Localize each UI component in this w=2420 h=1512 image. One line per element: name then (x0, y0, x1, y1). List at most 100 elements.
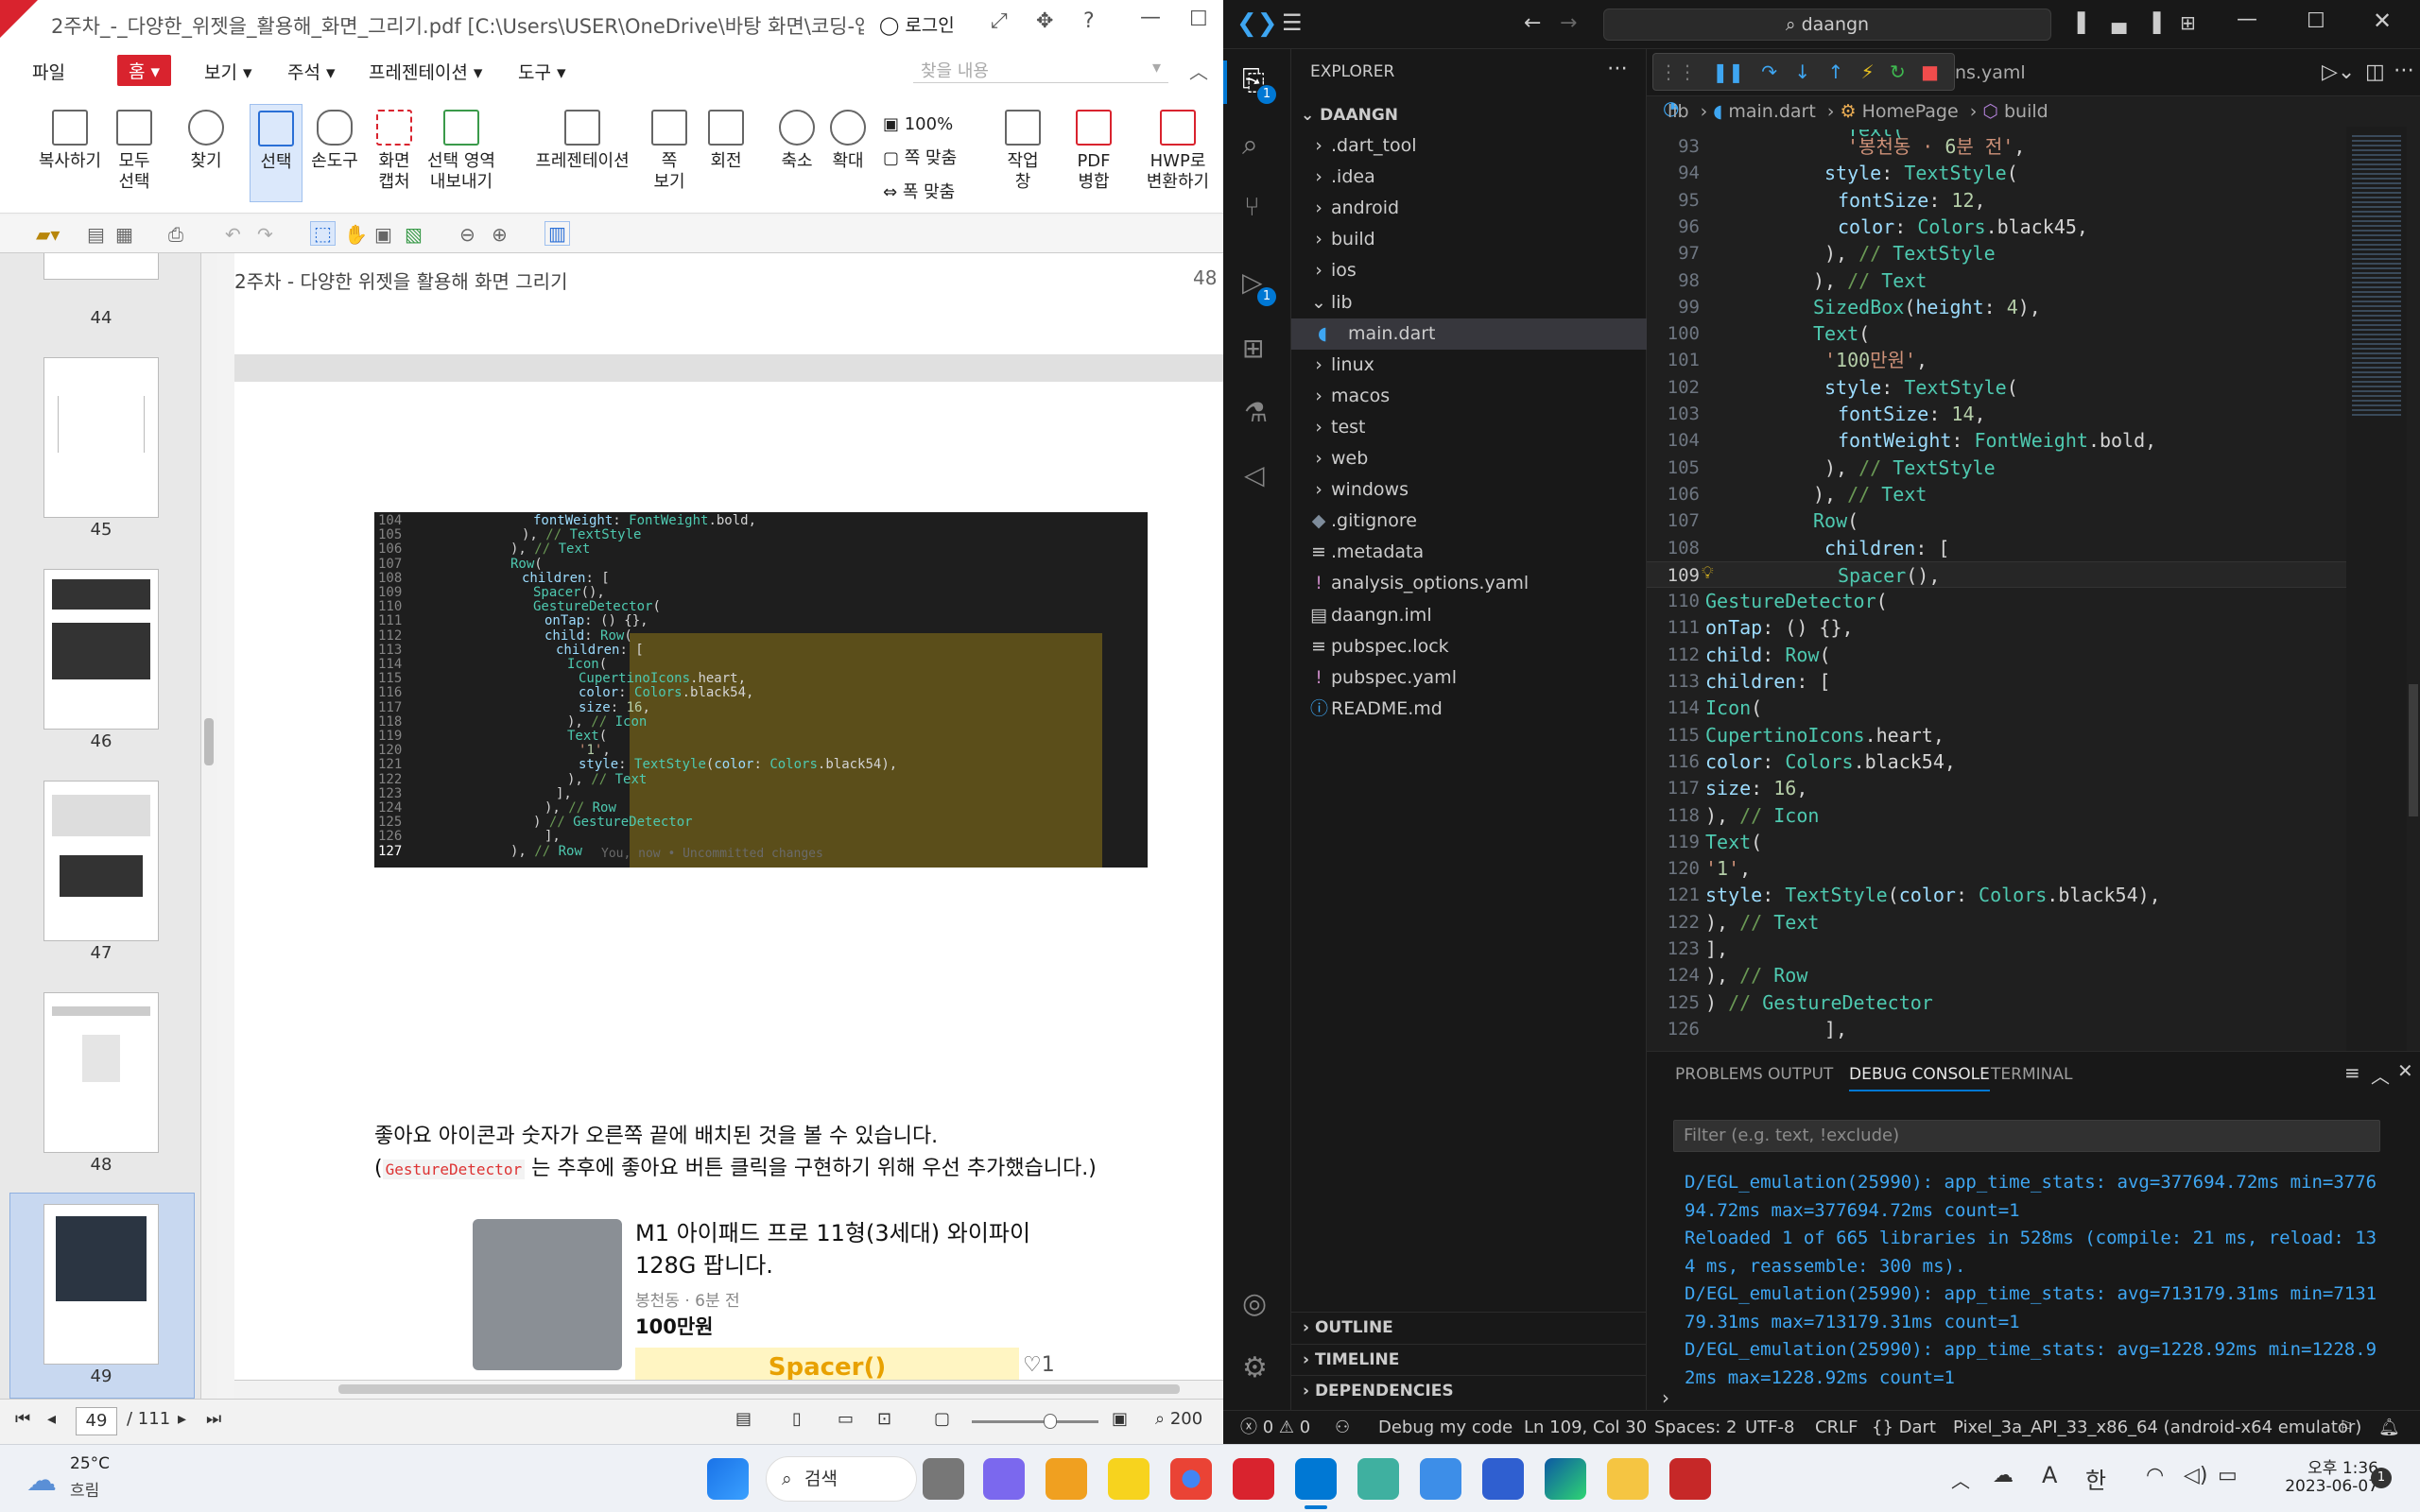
editor-line[interactable]: 121 style: TextStyle(color: Colors.black5… (1647, 882, 2346, 908)
hand-tool-button[interactable]: 손도구 (308, 110, 361, 172)
toggle-secondary-icon[interactable]: ▐ (2146, 11, 2160, 34)
forward-icon[interactable]: → (1560, 11, 1577, 35)
presentation-button[interactable]: 프레젠테이션 (529, 110, 635, 172)
zoom-in-small-icon[interactable]: ⊕ (492, 223, 508, 246)
thumbnail-page-47[interactable] (43, 781, 159, 941)
encoding-status[interactable]: UTF-8 (1745, 1411, 1794, 1444)
redo-icon[interactable]: ↷ (257, 223, 273, 246)
file-tree-item[interactable]: ◆ .gitignore (1291, 506, 1647, 537)
thumbnail-page-49[interactable] (43, 1204, 159, 1365)
export-small-icon[interactable]: ▧ (405, 223, 423, 246)
pdf-viewer-taskbar-icon[interactable] (1669, 1458, 1711, 1500)
maximize-icon[interactable]: ☐ (1189, 8, 1208, 31)
minimize-icon[interactable]: — (1140, 6, 1161, 29)
menu-icon[interactable]: ☰ (1282, 9, 1303, 36)
kakaotalk-icon[interactable] (1108, 1458, 1150, 1500)
editor-line[interactable]: 122), // Text (1647, 909, 2346, 936)
editor-line[interactable]: 99 SizedBox(height: 4), (1647, 294, 2346, 320)
console-prompt-icon[interactable]: › (1662, 1386, 1669, 1409)
hot-reload-icon[interactable]: ⚡ (1861, 60, 1875, 83)
editor-line[interactable]: 93 '봉천동 · 6분 전', (1647, 133, 2346, 160)
taskbar-search[interactable]: ⌕ 검색 (766, 1456, 917, 1502)
testing-icon[interactable]: ⚗ (1244, 397, 1268, 428)
customize-layout-icon[interactable]: ⊞ (2180, 11, 2196, 34)
file-tree-item[interactable]: › .idea (1291, 162, 1647, 193)
editor-line[interactable]: 117 size: 16, (1647, 775, 2346, 801)
search-icon[interactable]: ⌕ (1242, 129, 1258, 162)
eol-status[interactable]: CRLF (1815, 1411, 1858, 1444)
thumbnail-page-44[interactable] (43, 253, 159, 280)
pdf-merge-button[interactable]: PDF 병합 (1072, 110, 1115, 193)
editor-line[interactable]: 120'1', (1647, 855, 2346, 882)
editor-line[interactable]: 108 children: [ (1647, 535, 2346, 561)
drag-handle-icon[interactable]: ⋮⋮ (1659, 60, 1697, 83)
console-filter-input[interactable]: Filter (e.g. text, !exclude) (1673, 1120, 2380, 1152)
select-small-icon[interactable]: ⬚ (310, 221, 336, 246)
device-status[interactable]: Pixel_3a_API_33_x86_64 (android-x64 emul… (1953, 1411, 2361, 1444)
menu-view[interactable]: 보기 ▾ (204, 59, 252, 84)
debug-status[interactable]: ⚇ (1335, 1411, 1350, 1444)
maximize-panel-icon[interactable]: ︿ (2371, 1061, 2390, 1089)
fit-width-status-icon[interactable]: ▣ (1112, 1409, 1128, 1429)
login-button[interactable]: ◯ 로그인 (879, 11, 955, 37)
cloud-icon[interactable]: ☁ (1993, 1464, 2014, 1487)
problems-status[interactable]: ⓧ 0 ⚠ 0 (1240, 1411, 1310, 1444)
minimap[interactable] (2346, 127, 2407, 1051)
source-control-icon[interactable]: ⑂ (1244, 191, 1260, 222)
editor-line[interactable]: 97), // TextStyle (1647, 240, 2346, 266)
select-all-button[interactable]: 모두 선택 (112, 110, 157, 193)
task-view-icon[interactable] (923, 1458, 964, 1500)
start-icon[interactable] (707, 1458, 749, 1500)
editor-line[interactable]: 124), // Row (1647, 962, 2346, 988)
editor-scrollbar[interactable] (2407, 127, 2420, 1051)
thumbnail-page-46[interactable] (43, 569, 159, 730)
file-tree-item[interactable]: › web (1291, 443, 1647, 474)
chrome-icon[interactable] (1170, 1458, 1212, 1500)
store-icon[interactable] (1046, 1458, 1087, 1500)
zoom-slider[interactable] (972, 1414, 1098, 1429)
editor-line[interactable]: 125) // GestureDetector (1647, 989, 2346, 1016)
flutter-icon[interactable]: ◁ (1244, 459, 1265, 490)
fullscreen-icon[interactable]: ⤢ (991, 9, 1008, 33)
hwp-convert-button[interactable]: HWP로 변환하기 (1138, 110, 1218, 193)
chevron-up-icon[interactable]: ︿ (1951, 1466, 1970, 1493)
editor-line[interactable]: 109 Spacer(), (1647, 560, 2346, 589)
android-studio-icon[interactable] (1357, 1458, 1399, 1500)
fit-page-option[interactable]: ▢ 쪽 맞춤 (883, 142, 957, 176)
open-folder-icon[interactable]: ▰▾ (36, 223, 60, 246)
minimize-icon[interactable]: — (2237, 8, 2257, 31)
save-all-icon[interactable]: ▦ (115, 223, 133, 246)
prev-page-icon[interactable]: ◂ (47, 1409, 56, 1429)
file-tree-item[interactable]: ≡ .metadata (1291, 537, 1647, 568)
indent-status[interactable]: Spaces: 2 (1654, 1411, 1737, 1444)
thumbnail-scrollbar[interactable] (200, 253, 217, 1399)
collapse-ribbon-icon[interactable]: ︿ (1189, 57, 1208, 84)
editor-line[interactable]: 119 Text( (1647, 829, 2346, 855)
more-icon[interactable]: ⋯ (2394, 59, 2414, 82)
pdf-app-icon[interactable] (1233, 1458, 1274, 1500)
single-page-icon[interactable]: ▯ (792, 1409, 802, 1429)
fit-page-status-icon[interactable]: ▢ (934, 1409, 950, 1429)
step-into-icon[interactable]: ↓ (1794, 60, 1810, 83)
editor-line[interactable]: 126], (1647, 1016, 2346, 1042)
first-page-icon[interactable]: ⏮ (15, 1409, 30, 1429)
weather-desc[interactable]: 흐림 (70, 1477, 99, 1501)
layout-icon[interactable]: ▤ (735, 1409, 752, 1429)
step-out-icon[interactable]: ↑ (1827, 60, 1843, 83)
capture-small-icon[interactable]: ▣ (374, 223, 392, 246)
editor-line[interactable]: 96 color: Colors.black45, (1647, 214, 2346, 240)
zoom-level[interactable]: ⌕ 200 (1155, 1409, 1202, 1429)
editor-line[interactable]: 101 '100만원', (1647, 347, 2346, 373)
code-lines[interactable]: 93 '봉천동 · 6분 전', 94 style: TextStyle(95 font… (1647, 133, 2346, 1050)
outline-section[interactable]: › OUTLINE (1291, 1313, 1647, 1344)
file-tree-item[interactable]: ▤ daangn.iml (1291, 600, 1647, 631)
restart-icon[interactable]: ↻ (1890, 60, 1906, 83)
tab-output[interactable]: OUTPUT (1768, 1065, 1833, 1084)
page-view-button[interactable]: 쪽 보기 (645, 110, 694, 193)
file-tree-item[interactable]: › macos (1291, 381, 1647, 412)
page-hscrollbar[interactable] (234, 1380, 1223, 1399)
language-status[interactable]: {} Dart (1872, 1411, 1936, 1444)
settings-gear-icon[interactable]: ⚙ (1242, 1351, 1268, 1384)
thumbnail-toggle-icon[interactable]: ▥ (544, 221, 570, 246)
file-tree-item[interactable]: ⌄ lib (1291, 287, 1647, 318)
